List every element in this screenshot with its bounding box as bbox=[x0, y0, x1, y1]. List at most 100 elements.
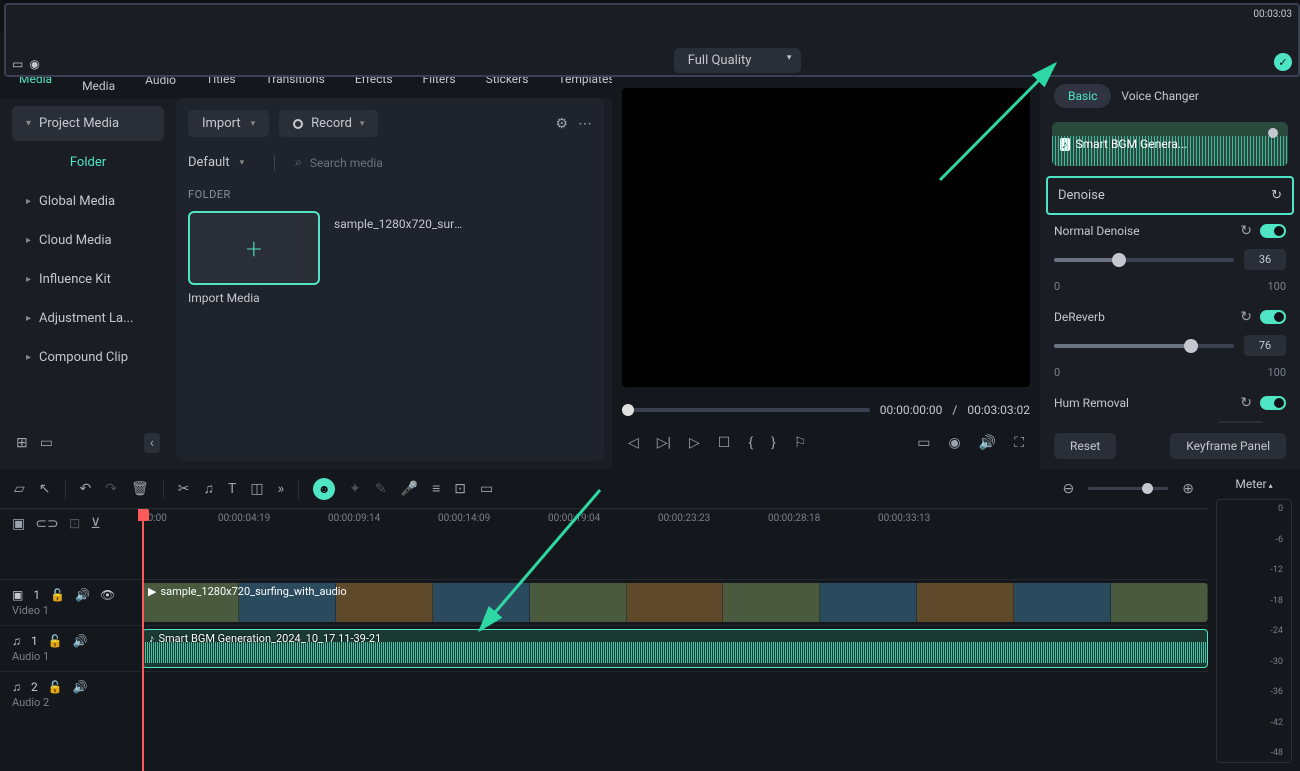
subtab-basic[interactable]: Basic bbox=[1054, 84, 1111, 108]
subtab-voice-changer[interactable]: Voice Changer bbox=[1121, 89, 1199, 103]
wand-icon[interactable]: ✎ bbox=[375, 481, 387, 497]
music-icon[interactable]: ♫ bbox=[204, 480, 215, 497]
import-media-tile[interactable]: + Import Media bbox=[188, 211, 320, 305]
lock-icon[interactable]: 🔓 bbox=[48, 680, 63, 694]
collapse-sidebar-icon[interactable]: ‹ bbox=[144, 433, 160, 453]
audio-track-icon: ♫ bbox=[12, 634, 21, 648]
track-header-video1[interactable]: ▣1🔓🔊👁 Video 1 bbox=[0, 579, 138, 625]
volume-icon[interactable]: 🔊 bbox=[979, 435, 996, 451]
media-panel: ▣Media ⊡Stock Media ♫Audio TTitles ⇄Tran… bbox=[0, 32, 612, 469]
marker-icon[interactable]: ⚐ bbox=[794, 435, 807, 451]
link-icon[interactable]: ⊡ bbox=[454, 481, 466, 497]
track-tool1-icon[interactable]: ▣ bbox=[12, 516, 25, 532]
playhead[interactable] bbox=[142, 509, 144, 771]
snapshot-icon[interactable]: ◉ bbox=[949, 435, 961, 451]
sidebar-project-media[interactable]: ▾Project Media bbox=[12, 106, 164, 141]
hum-removal-toggle[interactable] bbox=[1260, 396, 1286, 410]
mixer-icon[interactable]: ≡ bbox=[432, 480, 440, 497]
new-folder-icon[interactable]: ⊞ bbox=[16, 435, 28, 451]
denoise-section-header[interactable]: Denoise ↻ bbox=[1046, 176, 1294, 215]
timecode-current: 00:00:00:00 bbox=[880, 403, 943, 417]
reset-button[interactable]: Reset bbox=[1054, 433, 1116, 459]
record-dropdown[interactable]: Record▾ bbox=[279, 110, 378, 137]
scrub-bar[interactable] bbox=[622, 408, 870, 412]
play-icon[interactable]: ▷ bbox=[689, 435, 700, 451]
track-tool3-icon[interactable]: ⊡ bbox=[69, 516, 81, 532]
clip-handle-icon[interactable] bbox=[1268, 128, 1278, 138]
redo-icon[interactable]: ↷ bbox=[105, 481, 117, 497]
ai-face-icon[interactable]: ☻ bbox=[313, 478, 335, 500]
import-dropdown[interactable]: Import bbox=[188, 110, 269, 137]
video-clip[interactable]: ▶sample_1280x720_surfing_with_audio bbox=[142, 583, 1208, 622]
keyframe-panel-button[interactable]: Keyframe Panel bbox=[1170, 433, 1286, 459]
prev-frame-icon[interactable]: ◁ bbox=[628, 435, 639, 451]
sidebar-influence-kit[interactable]: ▸Influence Kit bbox=[12, 262, 164, 297]
select-icon[interactable]: ↖ bbox=[39, 481, 51, 497]
stop-icon[interactable]: ☐ bbox=[718, 435, 731, 451]
track-tool2-icon[interactable]: ⊂⊃ bbox=[35, 516, 58, 532]
fullscreen-icon[interactable]: ⛶ bbox=[1014, 435, 1024, 451]
search-input[interactable]: ⌕Search media bbox=[291, 151, 592, 174]
more-tools-icon[interactable]: » bbox=[278, 481, 285, 497]
dereverb-label: DeReverb bbox=[1054, 310, 1105, 324]
dereverb-toggle[interactable] bbox=[1260, 310, 1286, 324]
audio-clip-preview[interactable]: ♪ Smart BGM Genera... bbox=[1052, 122, 1288, 166]
play-pause-icon[interactable]: ▷| bbox=[657, 435, 671, 451]
lock-icon[interactable]: 🔓 bbox=[50, 588, 65, 602]
magnet-icon[interactable]: ⊻ bbox=[90, 516, 100, 532]
mic-icon[interactable]: 🎤 bbox=[401, 481, 418, 497]
zoom-slider[interactable] bbox=[1088, 487, 1168, 490]
audio-track-2[interactable] bbox=[138, 671, 1208, 717]
track-header-audio2[interactable]: ♫2🔓🔊 Audio 2 bbox=[0, 671, 138, 717]
more-icon[interactable]: ⋯ bbox=[578, 116, 592, 132]
reset-icon[interactable]: ↻ bbox=[1240, 395, 1252, 411]
track-header-audio1[interactable]: ♫1🔓🔊 Audio 1 bbox=[0, 625, 138, 671]
sidebar-folder[interactable]: Folder bbox=[12, 145, 164, 180]
sidebar-compound-clip[interactable]: ▸Compound Clip bbox=[12, 340, 164, 375]
normal-denoise-toggle[interactable] bbox=[1260, 224, 1286, 238]
sidebar-global-media[interactable]: ▸Global Media bbox=[12, 184, 164, 219]
media-clip-tile[interactable]: 00:03:03 ▭◉ ✓ sample_1280x720_surf... bbox=[334, 211, 466, 305]
normal-denoise-value[interactable]: 36 bbox=[1244, 249, 1286, 270]
crop-icon[interactable]: ◫ bbox=[250, 481, 263, 497]
preview-video[interactable] bbox=[622, 88, 1030, 387]
timeline-tracks[interactable]: 00:00 00:00:04:19 00:00:09:14 00:00:14:0… bbox=[138, 509, 1208, 771]
lock-icon[interactable]: 🔓 bbox=[48, 634, 63, 648]
reset-icon[interactable]: ↻ bbox=[1240, 223, 1252, 239]
delete-icon[interactable]: 🗑 bbox=[131, 481, 149, 497]
quality-dropdown[interactable]: Full Quality bbox=[674, 48, 802, 73]
mark-in-icon[interactable]: { bbox=[748, 435, 753, 451]
folder-section-label: FOLDER bbox=[188, 188, 592, 201]
text-icon[interactable]: T bbox=[228, 481, 236, 497]
mark-out-icon[interactable]: } bbox=[771, 435, 776, 451]
meter-dropdown[interactable]: Meter bbox=[1216, 477, 1292, 491]
audio-clip[interactable]: ♪Smart BGM Generation_2024_10_17 11-39-2… bbox=[142, 629, 1208, 668]
display-icon[interactable]: ▭ bbox=[917, 435, 930, 451]
zoom-out-icon[interactable]: ⊖ bbox=[1063, 481, 1075, 497]
normal-denoise-slider[interactable] bbox=[1054, 258, 1234, 262]
mute-icon[interactable]: 🔊 bbox=[73, 680, 88, 694]
mute-icon[interactable]: 🔊 bbox=[73, 634, 88, 648]
split-icon[interactable]: ✂ bbox=[178, 481, 190, 497]
sparkle-icon[interactable]: ✦ bbox=[349, 481, 361, 497]
folder-icon[interactable]: ▭ bbox=[40, 435, 53, 451]
filter-icon[interactable]: ⚙ bbox=[555, 116, 568, 132]
sidebar-cloud-media[interactable]: ▸Cloud Media bbox=[12, 223, 164, 258]
hum-removal-label: Hum Removal bbox=[1054, 396, 1129, 410]
zoom-in-icon[interactable]: ⊕ bbox=[1182, 481, 1194, 497]
eye-icon[interactable]: 👁 bbox=[100, 588, 115, 602]
sort-dropdown[interactable]: Default bbox=[188, 149, 258, 176]
dereverb-value[interactable]: 76 bbox=[1244, 335, 1286, 356]
video-track-1[interactable]: ▶sample_1280x720_surfing_with_audio bbox=[138, 579, 1208, 625]
sidebar-adjustment-layer[interactable]: ▸Adjustment La... bbox=[12, 301, 164, 336]
mute-icon[interactable]: 🔊 bbox=[75, 588, 90, 602]
timeline-ruler[interactable]: 00:00 00:00:04:19 00:00:09:14 00:00:14:0… bbox=[138, 509, 1208, 539]
audio-track-1[interactable]: ♪Smart BGM Generation_2024_10_17 11-39-2… bbox=[138, 625, 1208, 671]
reset-icon[interactable]: ↻ bbox=[1271, 188, 1282, 203]
media-content: Import Record▾ ⚙ ⋯ Default ⌕Search media… bbox=[176, 98, 604, 461]
pointer-icon[interactable]: ▱ bbox=[14, 481, 25, 497]
undo-icon[interactable]: ↶ bbox=[80, 481, 92, 497]
marker2-icon[interactable]: ▭ bbox=[480, 481, 493, 497]
dereverb-slider[interactable] bbox=[1054, 344, 1234, 348]
reset-icon[interactable]: ↻ bbox=[1240, 309, 1252, 325]
